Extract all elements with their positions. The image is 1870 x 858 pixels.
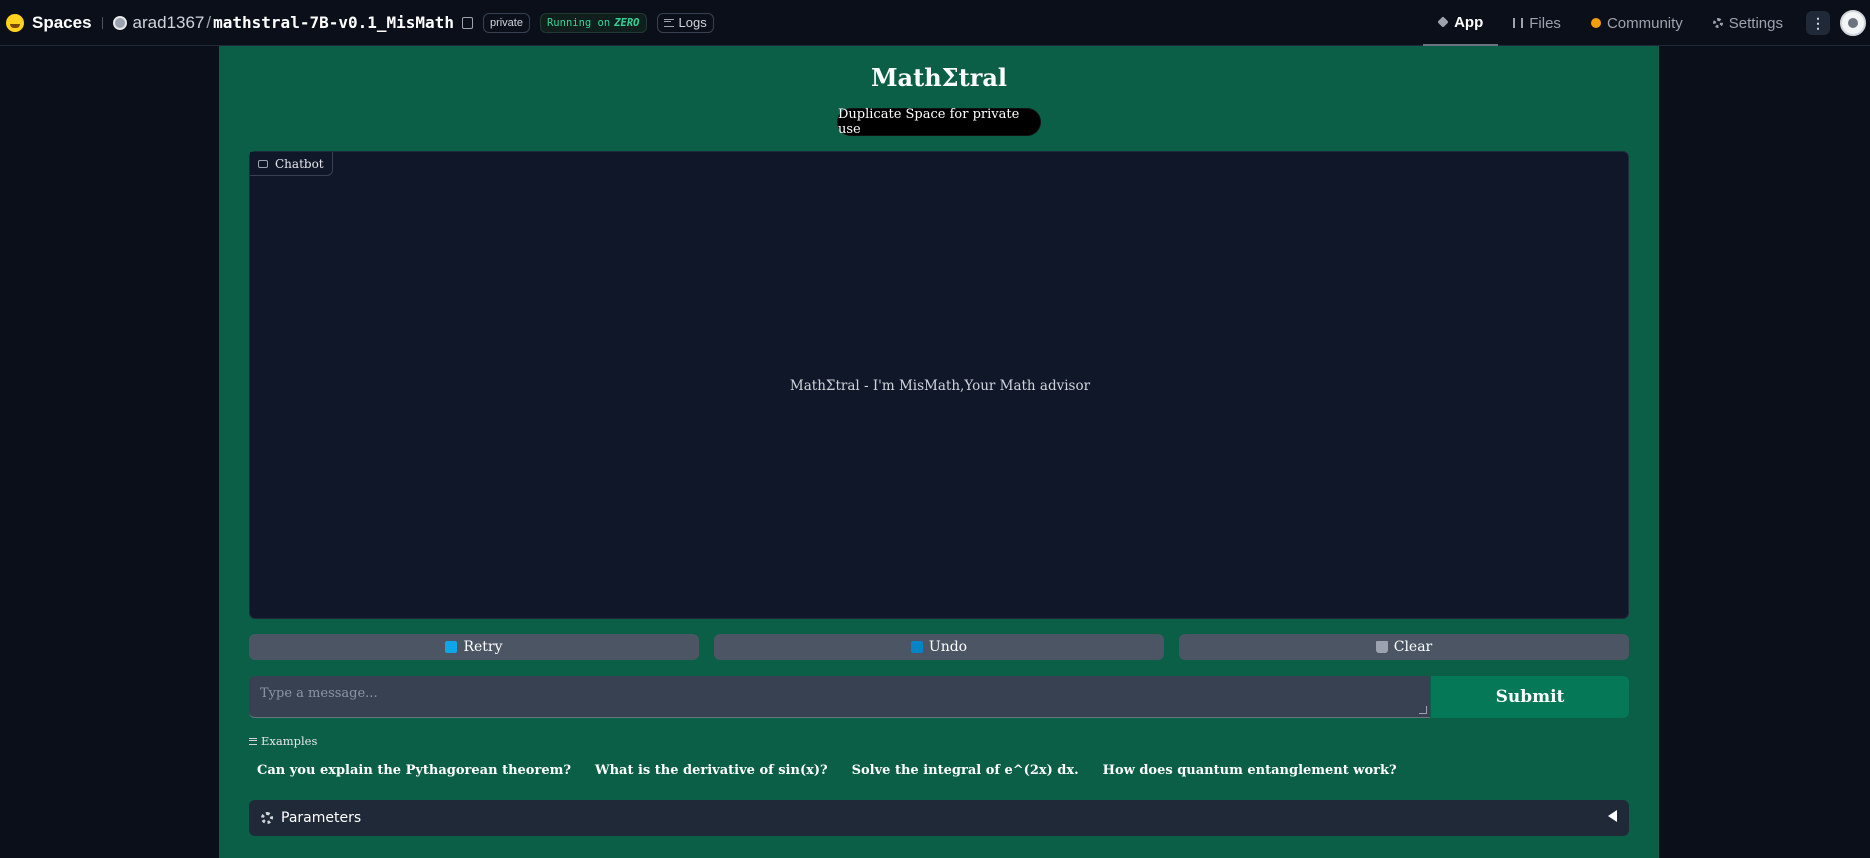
brand-label: Spaces xyxy=(32,12,92,32)
cube-icon xyxy=(1437,16,1449,28)
example-item[interactable]: Can you explain the Pythagorean theorem? xyxy=(249,760,579,781)
chatbot-label: Chatbot xyxy=(250,152,333,176)
chatbot-placeholder: MathΣtral - I'm MisMath,Your Math adviso… xyxy=(789,378,1091,394)
owner-link[interactable]: arad1367 xyxy=(133,13,205,33)
community-icon xyxy=(1590,18,1601,28)
hugging-face-icon xyxy=(6,13,24,32)
tab-community[interactable]: Community xyxy=(1576,0,1698,46)
message-input[interactable] xyxy=(249,676,1430,717)
example-item[interactable]: How does quantum entanglement work? xyxy=(1095,760,1405,781)
submit-button[interactable]: Submit xyxy=(1431,676,1629,718)
gear-icon xyxy=(261,812,273,824)
tab-app[interactable]: App xyxy=(1423,0,1499,46)
list-icon xyxy=(249,737,257,745)
space-nav: App Files Community Settings ⋮ xyxy=(1423,0,1870,46)
undo-icon xyxy=(910,641,923,653)
tab-app-label: App xyxy=(1454,13,1484,31)
spaces-logo-link[interactable]: Spaces xyxy=(6,13,92,33)
user-avatar[interactable] xyxy=(1840,10,1866,36)
logs-label: Logs xyxy=(678,15,707,30)
gear-icon xyxy=(1712,18,1723,28)
retry-button[interactable]: Retry xyxy=(249,634,699,660)
parameters-accordion[interactable]: Parameters xyxy=(249,800,1629,836)
running-prefix: Running on xyxy=(546,16,611,29)
clear-button[interactable]: Clear xyxy=(1179,634,1629,660)
page-title: MathΣtral xyxy=(870,63,1008,92)
tab-community-label: Community xyxy=(1606,14,1683,32)
gradio-app: MathΣtral Duplicate Space for private us… xyxy=(219,46,1659,858)
duplicate-space-button[interactable]: Duplicate Space for private use xyxy=(837,107,1041,137)
resize-handle-icon[interactable] xyxy=(1419,706,1427,714)
hardware-name: ZERO xyxy=(614,16,640,29)
repo-breadcrumb: arad1367 / mathstral-7B-v0.1_MisMath xyxy=(112,12,473,33)
undo-label: Undo xyxy=(928,639,968,655)
copy-icon[interactable] xyxy=(461,16,473,29)
logs-icon xyxy=(663,18,674,27)
example-item[interactable]: Solve the integral of e^(2x) dx. xyxy=(844,760,1087,781)
example-item[interactable]: What is the derivative of sin(x)? xyxy=(587,760,836,781)
logs-button[interactable]: Logs xyxy=(656,12,714,33)
visibility-badge: private xyxy=(482,12,530,33)
examples-header: Examples xyxy=(249,734,317,748)
top-bar: Spaces arad1367 / mathstral-7B-v0.1_MisM… xyxy=(0,0,1870,46)
chat-bubble-icon xyxy=(258,159,268,168)
examples-label: Examples xyxy=(261,734,318,748)
more-options-button[interactable]: ⋮ xyxy=(1806,11,1830,35)
chatbot-panel: Chatbot MathΣtral - I'm MisMath,Your Mat… xyxy=(249,151,1629,619)
tab-settings-label: Settings xyxy=(1728,14,1783,32)
trash-icon xyxy=(1375,641,1388,653)
message-input-wrapper xyxy=(249,676,1430,718)
undo-button[interactable]: Undo xyxy=(714,634,1164,660)
files-icon xyxy=(1513,18,1524,28)
retry-label: Retry xyxy=(463,639,503,655)
tab-settings[interactable]: Settings xyxy=(1698,0,1798,46)
owner-avatar xyxy=(112,15,127,30)
retry-icon xyxy=(445,641,458,653)
breadcrumb-slash: / xyxy=(206,12,212,32)
clear-label: Clear xyxy=(1393,639,1433,655)
caret-left-icon xyxy=(1608,810,1617,822)
chatbot-label-text: Chatbot xyxy=(275,156,324,171)
repo-name-link[interactable]: mathstral-7B-v0.1_MisMath xyxy=(213,13,454,32)
hardware-badge[interactable]: Running on ZERO xyxy=(539,12,647,33)
examples-list: Can you explain the Pythagorean theorem?… xyxy=(249,760,1413,781)
tab-files[interactable]: Files xyxy=(1498,0,1576,46)
tab-files-label: Files xyxy=(1529,14,1561,32)
parameters-label: Parameters xyxy=(281,810,362,826)
divider xyxy=(101,16,103,29)
